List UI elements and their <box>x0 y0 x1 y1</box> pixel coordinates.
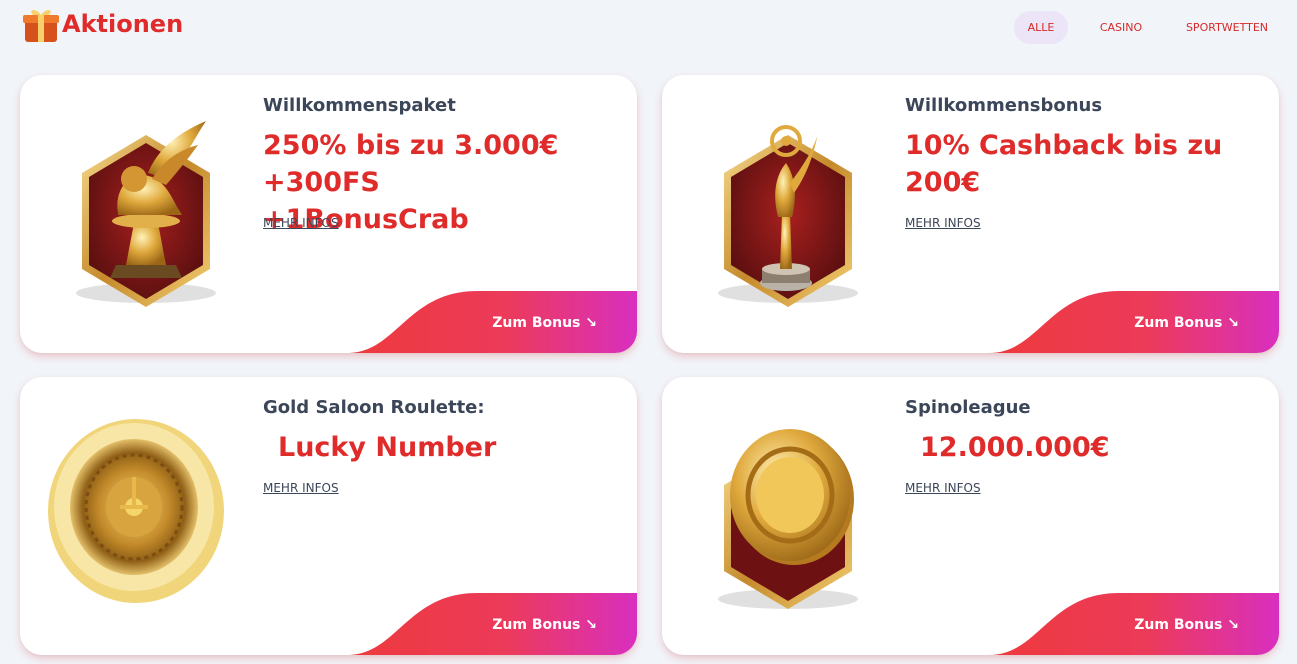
card-headline: 12.000.000€ <box>920 432 1110 463</box>
winged-lion-trophy-icon <box>48 93 248 333</box>
promo-card: Willkommenspaket 250% bis zu 3.000€ +300… <box>20 75 637 353</box>
zum-bonus-button[interactable]: Zum Bonus ↘ <box>1134 617 1239 633</box>
tab-casino[interactable]: CASINO <box>1091 11 1151 44</box>
zum-bonus-button[interactable]: Zum Bonus ↘ <box>492 315 597 331</box>
card-subtitle: Willkommensbonus <box>905 95 1103 116</box>
card-subtitle: Willkommenspaket <box>263 95 456 116</box>
tab-alle[interactable]: ALLE <box>1014 11 1068 44</box>
card-headline: 10% Cashback bis zu 200€ <box>905 130 1223 198</box>
tab-sportwetten[interactable]: SPORTWETTEN <box>1177 11 1277 44</box>
more-info-link[interactable]: MEHR INFOS <box>263 481 339 495</box>
promo-card: Willkommensbonus 10% Cashback bis zu 200… <box>662 75 1279 353</box>
card-subtitle: Gold Saloon Roulette: <box>263 397 485 418</box>
gold-chip-icon <box>690 417 890 655</box>
page-title: Aktionen <box>62 10 184 38</box>
page-header: Aktionen ALLE CASINO SPORTWETTEN <box>0 0 1297 56</box>
statuette-trophy-icon <box>690 93 890 333</box>
more-info-link[interactable]: MEHR INFOS <box>263 216 339 230</box>
gift-box-icon <box>23 8 59 44</box>
promo-card: Gold Saloon Roulette: Lucky Number MEHR … <box>20 377 637 655</box>
roulette-wheel-icon <box>48 403 248 643</box>
zum-bonus-button[interactable]: Zum Bonus ↘ <box>1134 315 1239 331</box>
zum-bonus-button[interactable]: Zum Bonus ↘ <box>492 617 597 633</box>
more-info-link[interactable]: MEHR INFOS <box>905 481 981 495</box>
card-headline: Lucky Number <box>278 432 497 463</box>
card-subtitle: Spinoleague <box>905 397 1031 418</box>
more-info-link[interactable]: MEHR INFOS <box>905 216 981 230</box>
promo-card: Spinoleague 12.000.000€ MEHR INFOS Zum B… <box>662 377 1279 655</box>
